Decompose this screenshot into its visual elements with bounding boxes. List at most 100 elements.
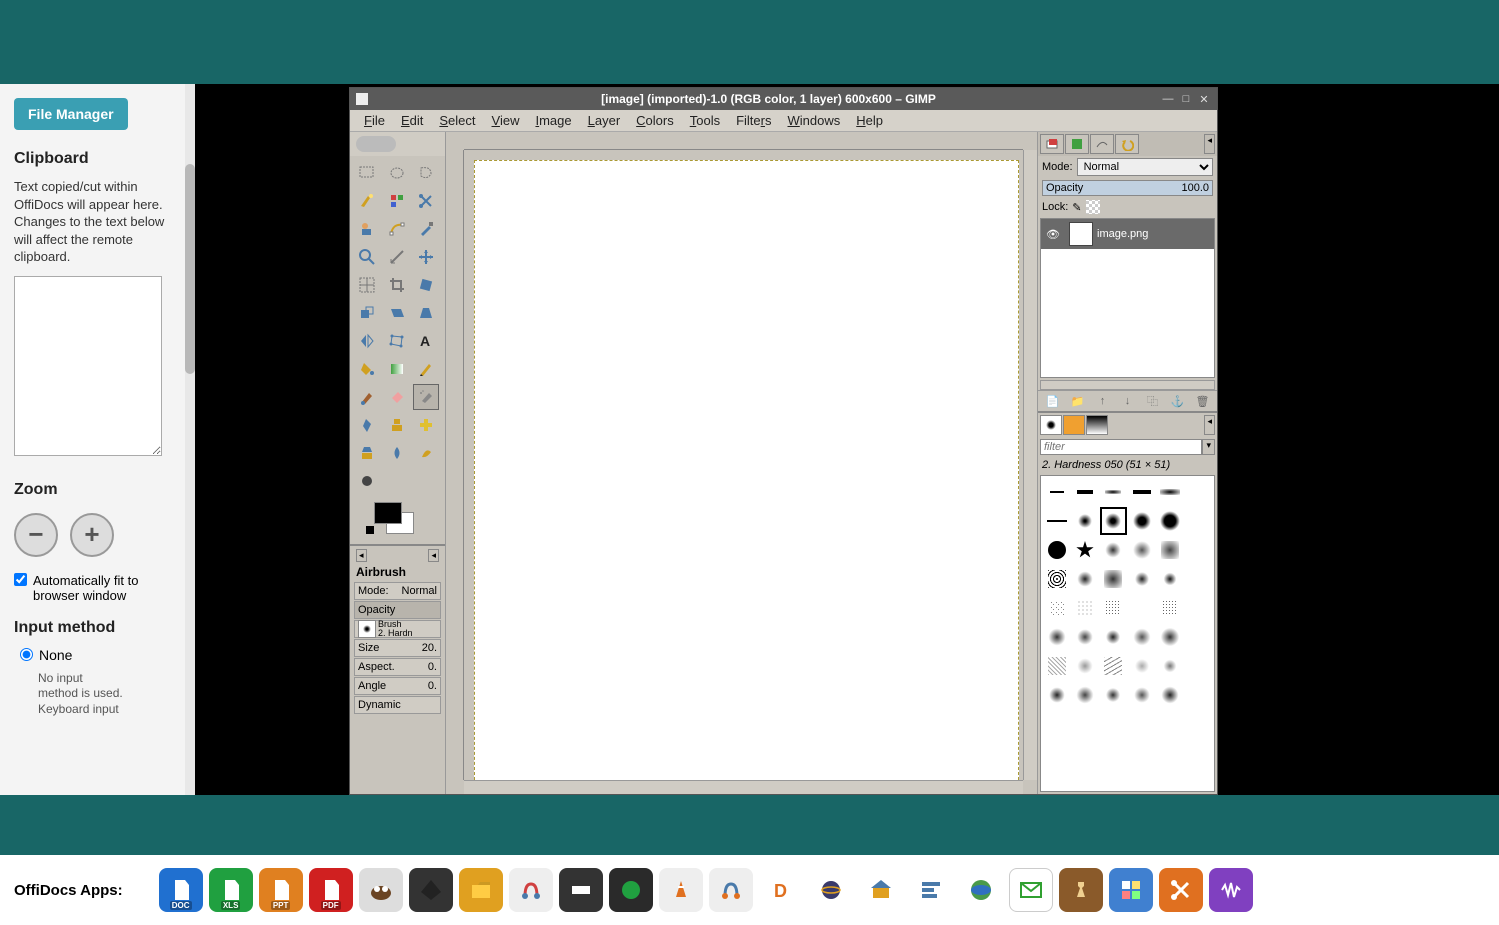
brush-item[interactable] (1071, 507, 1098, 535)
menu-view[interactable]: View (486, 111, 526, 130)
brush-item[interactable] (1071, 681, 1098, 709)
to-size-row[interactable]: Size20. (354, 639, 441, 657)
blend-tool[interactable] (384, 356, 410, 382)
menu-tools[interactable]: Tools (684, 111, 726, 130)
app-project[interactable] (909, 868, 953, 912)
brush-item[interactable] (1156, 507, 1183, 535)
app-doc[interactable]: DOC (159, 868, 203, 912)
app-sweethome[interactable] (859, 868, 903, 912)
brush-item[interactable] (1128, 536, 1155, 564)
shear-tool[interactable] (384, 300, 410, 326)
clipboard-textarea[interactable] (14, 276, 162, 456)
brush-item[interactable] (1156, 594, 1183, 622)
brush-item[interactable] (1100, 681, 1127, 709)
minimize-button[interactable]: — (1161, 92, 1175, 106)
brush-filter-input[interactable] (1040, 439, 1202, 455)
menu-layer[interactable]: Layer (582, 111, 627, 130)
crop-tool[interactable] (384, 272, 410, 298)
app-soundwave[interactable] (1209, 868, 1253, 912)
lock-pixels-icon[interactable]: ✎ (1072, 201, 1081, 214)
app-dia[interactable]: D (759, 868, 803, 912)
brush-preview-icon[interactable] (358, 620, 376, 638)
dock-menu-icon[interactable]: ◂ (1204, 134, 1215, 154)
brush-item[interactable] (1128, 681, 1155, 709)
brush-item[interactable] (1043, 623, 1070, 651)
ink-tool[interactable] (354, 412, 380, 438)
rotate-tool[interactable] (413, 272, 439, 298)
app-lmms[interactable] (609, 868, 653, 912)
new-layer-button[interactable]: 📄 (1045, 393, 1061, 409)
undo-history-tab[interactable] (1115, 134, 1139, 154)
dodge-burn-tool[interactable] (354, 468, 380, 494)
paintbrush-tool[interactable] (354, 384, 380, 410)
brush-item[interactable] (1128, 623, 1155, 651)
brush-item[interactable] (1128, 507, 1155, 535)
pencil-tool[interactable] (413, 356, 439, 382)
auto-fit-checkbox[interactable] (14, 573, 27, 586)
brush-item[interactable] (1071, 565, 1098, 593)
fuzzy-select-tool[interactable] (354, 188, 380, 214)
menu-edit[interactable]: Edit (395, 111, 429, 130)
brush-item[interactable] (1128, 594, 1155, 622)
lower-layer-button[interactable]: ↓ (1120, 393, 1136, 409)
to-opacity-slider[interactable]: Opacity (354, 601, 441, 619)
brush-item[interactable] (1071, 478, 1098, 506)
app-eclipse[interactable] (809, 868, 853, 912)
blur-tool[interactable] (384, 440, 410, 466)
brush-item[interactable] (1100, 478, 1127, 506)
brush-item[interactable] (1100, 623, 1127, 651)
layer-thumbnail[interactable] (1069, 222, 1093, 246)
paths-tool[interactable] (384, 216, 410, 242)
brush-item[interactable] (1071, 594, 1098, 622)
brush-item[interactable] (1128, 652, 1155, 680)
canvas-viewport[interactable] (464, 150, 1023, 780)
fg-bg-colors[interactable] (356, 502, 439, 540)
app-chess[interactable] (1059, 868, 1103, 912)
brush-item[interactable] (1043, 681, 1070, 709)
layer-name[interactable]: image.png (1097, 228, 1148, 240)
channels-tab[interactable] (1065, 134, 1089, 154)
menu-file[interactable]: File (358, 111, 391, 130)
brush-item[interactable] (1071, 652, 1098, 680)
brush-item[interactable] (1185, 623, 1212, 651)
airbrush-tool[interactable] (413, 384, 439, 410)
brush-item[interactable] (1156, 652, 1183, 680)
text-tool[interactable]: A (413, 328, 439, 354)
menu-colors[interactable]: Colors (630, 111, 680, 130)
brushes-menu-icon[interactable]: ◂ (1204, 415, 1215, 435)
layer-mode-select[interactable]: Normal (1077, 158, 1213, 176)
layers-tab[interactable] (1040, 134, 1064, 154)
measure-tool[interactable] (384, 244, 410, 270)
visibility-icon[interactable]: 👁 (1041, 228, 1065, 241)
menu-help[interactable]: Help (850, 111, 889, 130)
menu-windows[interactable]: Windows (782, 111, 847, 130)
maximize-button[interactable]: □ (1179, 92, 1193, 106)
brush-item[interactable] (1043, 478, 1070, 506)
app-openshot[interactable] (559, 868, 603, 912)
titlebar[interactable]: [image] (imported)-1.0 (RGB color, 1 lay… (350, 88, 1217, 110)
duplicate-layer-button[interactable]: ⿻ (1145, 393, 1161, 409)
ruler-horizontal[interactable] (464, 132, 1023, 150)
brushes-tab[interactable] (1040, 415, 1062, 435)
gradients-tab[interactable] (1086, 415, 1108, 435)
delete-layer-button[interactable]: 🗑 (1195, 393, 1211, 409)
smudge-tool[interactable] (413, 440, 439, 466)
brush-item[interactable] (1185, 652, 1212, 680)
cage-tool[interactable] (384, 328, 410, 354)
patterns-tab[interactable] (1063, 415, 1085, 435)
brush-item[interactable] (1156, 681, 1183, 709)
app-audio[interactable] (709, 868, 753, 912)
app-ppt[interactable]: PPT (259, 868, 303, 912)
app-vlc[interactable] (659, 868, 703, 912)
layer-opacity-slider[interactable]: Opacity 100.0 (1042, 180, 1213, 196)
input-none-radio[interactable] (20, 648, 33, 661)
app-browser[interactable] (959, 868, 1003, 912)
brush-item[interactable] (1185, 565, 1212, 593)
brush-item[interactable] (1156, 565, 1183, 593)
raise-layer-button[interactable]: ↑ (1095, 393, 1111, 409)
to-dynamics-row[interactable]: Dynamic (354, 696, 441, 714)
app-pdf[interactable]: PDF (309, 868, 353, 912)
app-gimp[interactable] (359, 868, 403, 912)
app-xls[interactable]: XLS (209, 868, 253, 912)
sidebar-scrollbar[interactable] (185, 84, 195, 795)
